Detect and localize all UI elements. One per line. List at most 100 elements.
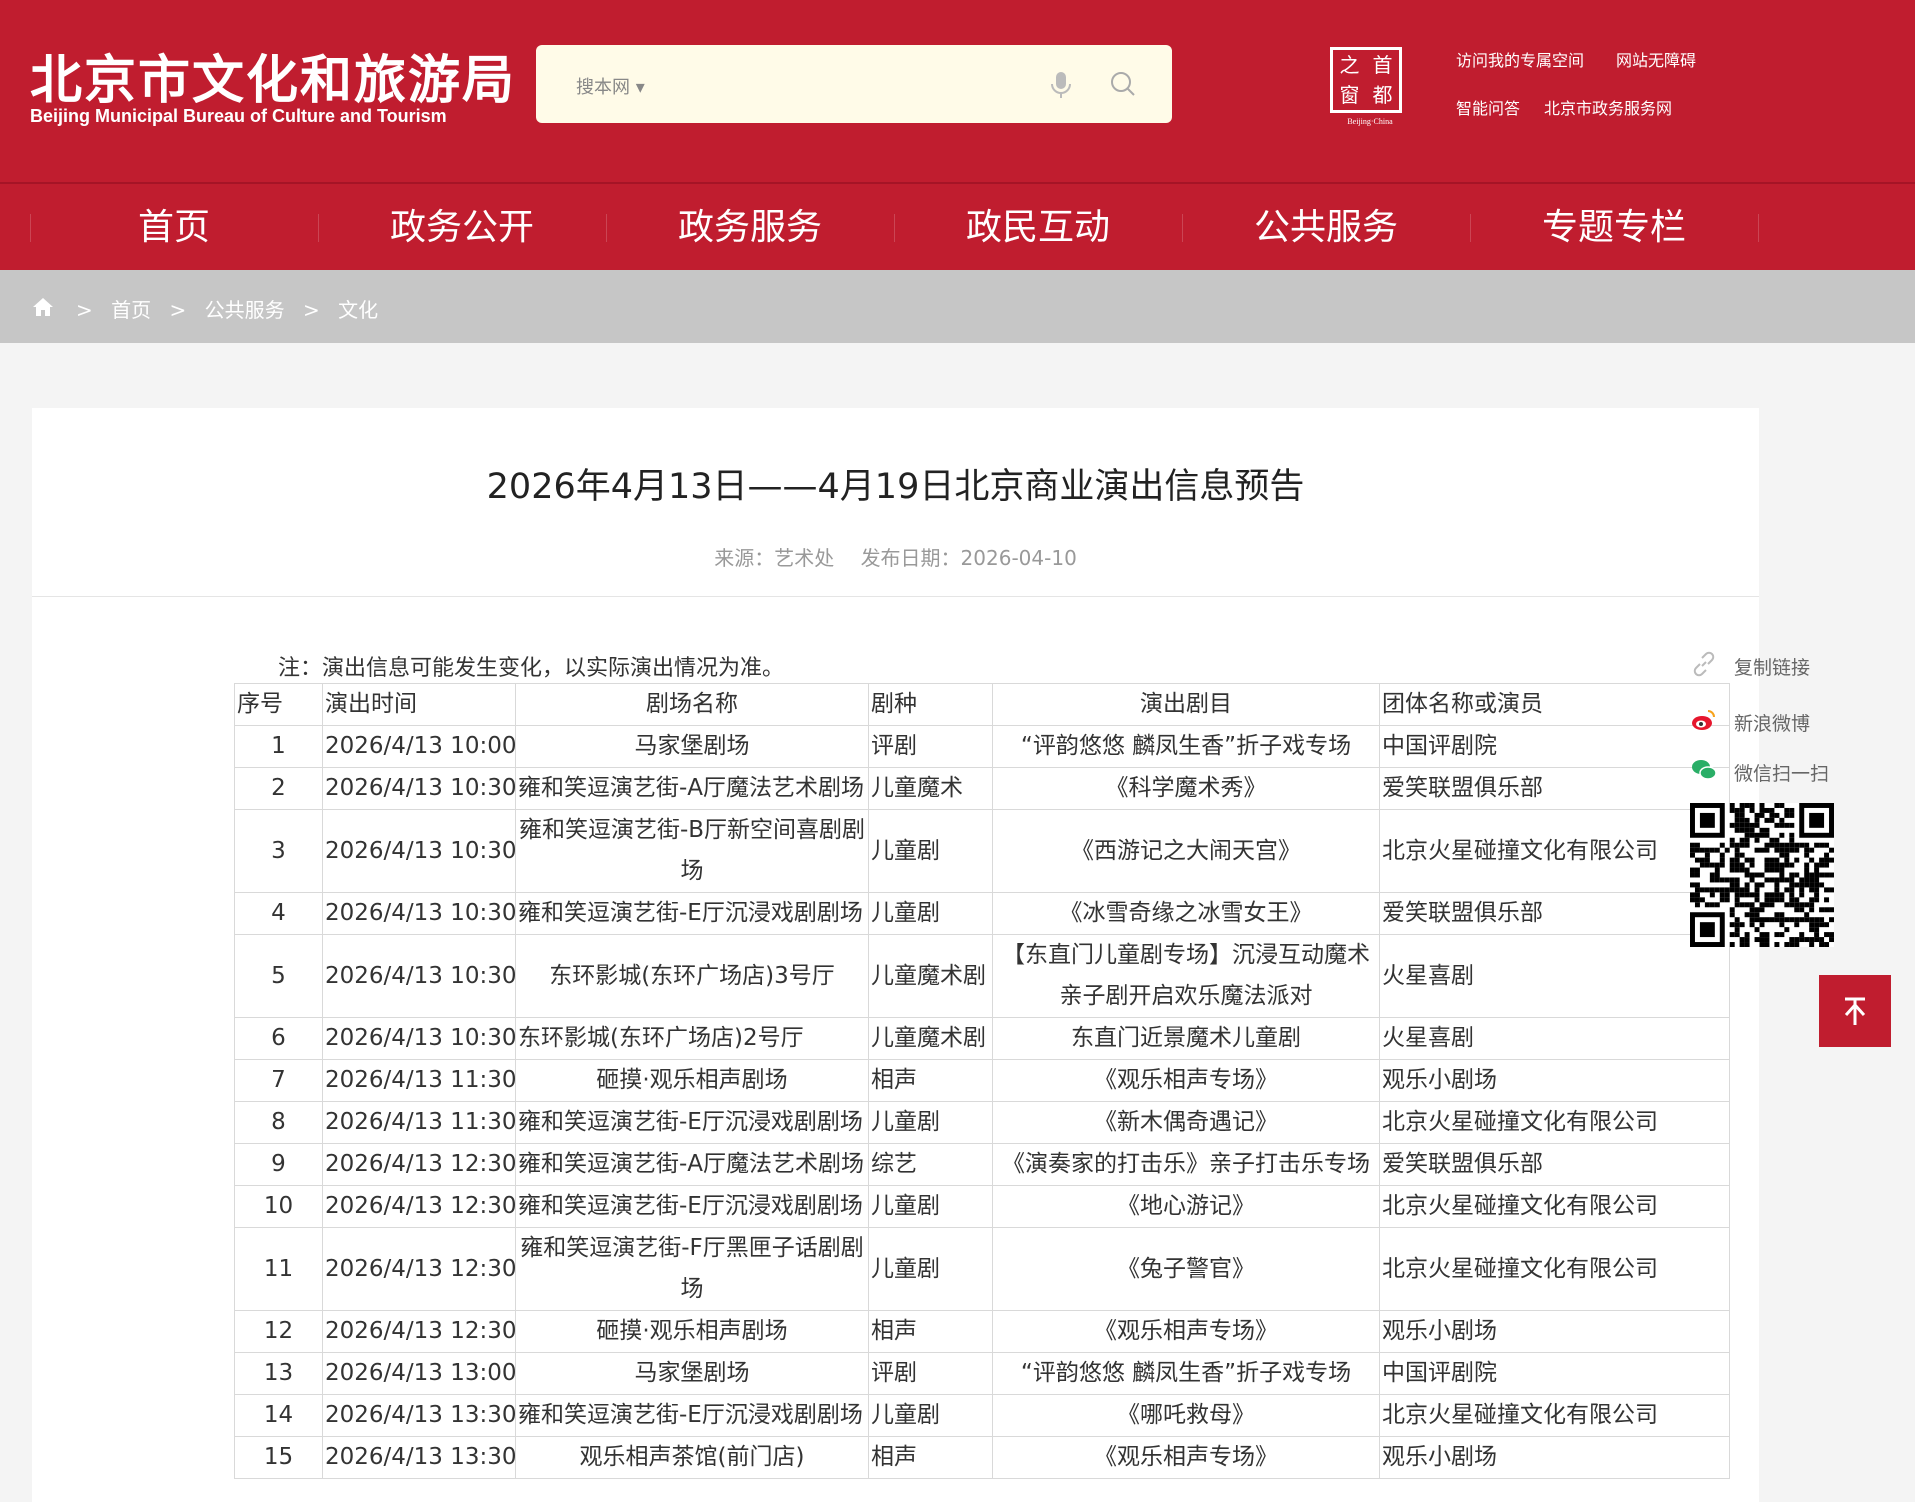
table-cell: 《兔子警官》 [992, 1227, 1380, 1311]
table-cell: 2026/4/13 10:30 [322, 809, 516, 893]
table-cell: 儿童魔术剧 [868, 934, 993, 1018]
table-cell: 儿童剧 [868, 809, 993, 893]
table-cell: 雍和笑逗演艺街-E厅沉浸戏剧剧场 [515, 1185, 869, 1228]
main-nav: 首页 政务公开 政务服务 政民互动 公共服务 专题专栏 [0, 184, 1915, 270]
table-cell: 8 [234, 1101, 323, 1144]
gov-service-link[interactable]: 北京市政务服务网 [1544, 95, 1672, 119]
table-row: 5 2026/4/13 10:30 东环影城(东环广场店)3号厅 儿童魔术剧 【东直门儿… [234, 934, 1730, 1018]
wechat-icon [1692, 760, 1717, 780]
table-header-cell: 团体名称或演员 [1379, 683, 1730, 726]
article-meta: 来源：艺术处 发布日期：2026-04-10 [32, 542, 1759, 571]
table-row: 13 2026/4/13 13:00 马家堡剧场 评剧 “评韵悠悠 麟凤生香”折子戏专场… [234, 1352, 1730, 1395]
table-cell: 6 [234, 1017, 323, 1060]
table-cell: 2026/4/13 11:30 [322, 1059, 516, 1102]
wechat-label: 微信扫一扫 [1734, 763, 1830, 785]
table-row: 7 2026/4/13 11:30 砸摸·观乐相声剧场 相声 《观乐相声专场》 观乐小剧场 [234, 1059, 1730, 1102]
search-scope-dropdown[interactable]: 搜本网 ▾ [576, 73, 645, 99]
table-cell: 儿童剧 [868, 892, 993, 935]
table-cell: 评剧 [868, 1352, 993, 1395]
table-cell: 《西游记之大闹天宫》 [992, 809, 1380, 893]
seal-char: 首 [1372, 53, 1393, 77]
site-logo-title[interactable]: 北京市文化和旅游局 [30, 38, 516, 113]
accessibility-link[interactable]: 网站无障碍 [1616, 47, 1696, 71]
table-cell: 观乐相声茶馆(前门店) [515, 1436, 869, 1479]
table-row: 9 2026/4/13 12:30 雍和笑逗演艺街-A厅魔法艺术剧场 综艺 《演奏家的打… [234, 1143, 1730, 1186]
site-search-box[interactable]: 搜本网 ▾ [536, 45, 1172, 123]
table-cell: 东直门近景魔术儿童剧 [992, 1017, 1380, 1060]
copy-link-button[interactable]: 复制链接 [1690, 650, 1860, 680]
home-icon[interactable] [32, 297, 54, 317]
breadcrumb-separator: > [169, 298, 187, 322]
table-cell: 14 [234, 1394, 323, 1437]
breadcrumb-home[interactable]: 首页 [111, 298, 151, 322]
weibo-share-button[interactable]: 新浪微博 [1690, 706, 1860, 736]
weibo-label: 新浪微博 [1734, 713, 1811, 735]
nav-item-gov-affairs[interactable]: 政务公开 [318, 184, 606, 270]
weibo-icon [1692, 710, 1715, 730]
table-cell: 北京火星碰撞文化有限公司 [1379, 1185, 1730, 1228]
table-cell: 东环影城(东环广场店)2号厅 [515, 1017, 869, 1060]
breadcrumb-separator: > [76, 298, 93, 322]
back-to-top-icon [1844, 997, 1866, 1025]
table-cell: 2026/4/13 13:00 [322, 1352, 516, 1395]
search-icon[interactable] [1106, 67, 1140, 101]
nav-item-special-topics[interactable]: 专题专栏 [1470, 184, 1758, 270]
table-cell: 火星喜剧 [1379, 934, 1730, 1018]
nav-separator [1758, 214, 1759, 242]
microphone-icon[interactable] [1044, 67, 1078, 101]
table-cell: 2026/4/13 13:30 [322, 1394, 516, 1437]
article-date: 发布日期：2026-04-10 [860, 546, 1077, 570]
site-logo-subtitle[interactable]: Beijing Municipal Bureau of Culture and … [30, 106, 447, 127]
table-row: 14 2026/4/13 13:30 雍和笑逗演艺街-E厅沉浸戏剧剧场 儿童剧 《哪吒救… [234, 1394, 1730, 1437]
table-cell: 雍和笑逗演艺街-A厅魔法艺术剧场 [515, 1143, 869, 1186]
table-row: 10 2026/4/13 12:30 雍和笑逗演艺街-E厅沉浸戏剧剧场 儿童剧 《地心游… [234, 1185, 1730, 1228]
table-cell: 相声 [868, 1310, 993, 1353]
nav-item-interaction[interactable]: 政民互动 [894, 184, 1182, 270]
breadcrumb-public-services[interactable]: 公共服务 [205, 298, 285, 322]
back-to-top-button[interactable] [1819, 975, 1891, 1047]
breadcrumb: > 首页 > 公共服务 > 文化 [0, 270, 1915, 343]
table-cell: 雍和笑逗演艺街-B厅新空间喜剧剧场 [515, 809, 869, 893]
table-row: 4 2026/4/13 10:30 雍和笑逗演艺街-E厅沉浸戏剧剧场 儿童剧 《冰雪奇缘… [234, 892, 1730, 935]
nav-item-public-services[interactable]: 公共服务 [1182, 184, 1470, 270]
nav-item-home[interactable]: 首页 [30, 184, 318, 270]
table-cell: 9 [234, 1143, 323, 1186]
table-cell: 3 [234, 809, 323, 893]
table-cell: 雍和笑逗演艺街-E厅沉浸戏剧剧场 [515, 892, 869, 935]
table-cell: 爱笑联盟俱乐部 [1379, 892, 1730, 935]
table-cell: 2026/4/13 10:00 [322, 725, 516, 768]
nav-item-gov-services[interactable]: 政务服务 [606, 184, 894, 270]
table-row: 8 2026/4/13 11:30 雍和笑逗演艺街-E厅沉浸戏剧剧场 儿童剧 《新木偶奇… [234, 1101, 1730, 1144]
table-cell: 北京火星碰撞文化有限公司 [1379, 1227, 1730, 1311]
table-cell: 马家堡剧场 [515, 1352, 869, 1395]
table-cell: 《演奏家的打击乐》亲子打击乐专场 [992, 1143, 1380, 1186]
smart-qa-link[interactable]: 智能问答 [1456, 95, 1520, 119]
table-cell: 爱笑联盟俱乐部 [1379, 767, 1730, 810]
seal-char: 之 [1339, 53, 1360, 77]
table-cell: 《观乐相声专场》 [992, 1436, 1380, 1479]
table-cell: 2026/4/13 12:30 [322, 1185, 516, 1228]
table-cell: 【东直门儿童剧专场】沉浸互动魔术亲子剧开启欢乐魔法派对 [992, 934, 1380, 1018]
table-cell: 13 [234, 1352, 323, 1395]
qr-code [1690, 803, 1834, 947]
article-title: 2026年4月13日——4月19日北京商业演出信息预告 [486, 467, 1305, 507]
copy-link-label: 复制链接 [1734, 657, 1811, 679]
table-cell: “评韵悠悠 麟凤生香”折子戏专场 [992, 725, 1380, 768]
breadcrumb-culture[interactable]: 文化 [338, 298, 378, 322]
table-header-cell: 剧场名称 [515, 683, 869, 726]
article-card: 2026年4月13日——4月19日北京商业演出信息预告 来源：艺术处 发布日期：… [32, 408, 1759, 1502]
my-space-link[interactable]: 访问我的专属空间 [1456, 47, 1584, 71]
table-cell: 儿童剧 [868, 1101, 993, 1144]
seal-char: 都 [1372, 83, 1393, 107]
table-cell: 2026/4/13 12:30 [322, 1227, 516, 1311]
table-cell: 雍和笑逗演艺街-F厅黑匣子话剧剧场 [515, 1227, 869, 1311]
table-cell: 马家堡剧场 [515, 725, 869, 768]
title-divider [32, 596, 1759, 597]
table-cell: 12 [234, 1310, 323, 1353]
table-cell: 《冰雪奇缘之冰雪女王》 [992, 892, 1380, 935]
wechat-share-button[interactable]: 微信扫一扫 [1690, 756, 1860, 786]
table-cell: 儿童魔术剧 [868, 1017, 993, 1060]
table-cell: 《地心游记》 [992, 1185, 1380, 1228]
table-cell: 2026/4/13 10:30 [322, 1017, 516, 1060]
capital-window-logo[interactable]: 之 首 窗 都 Beijing·China [1330, 47, 1406, 127]
